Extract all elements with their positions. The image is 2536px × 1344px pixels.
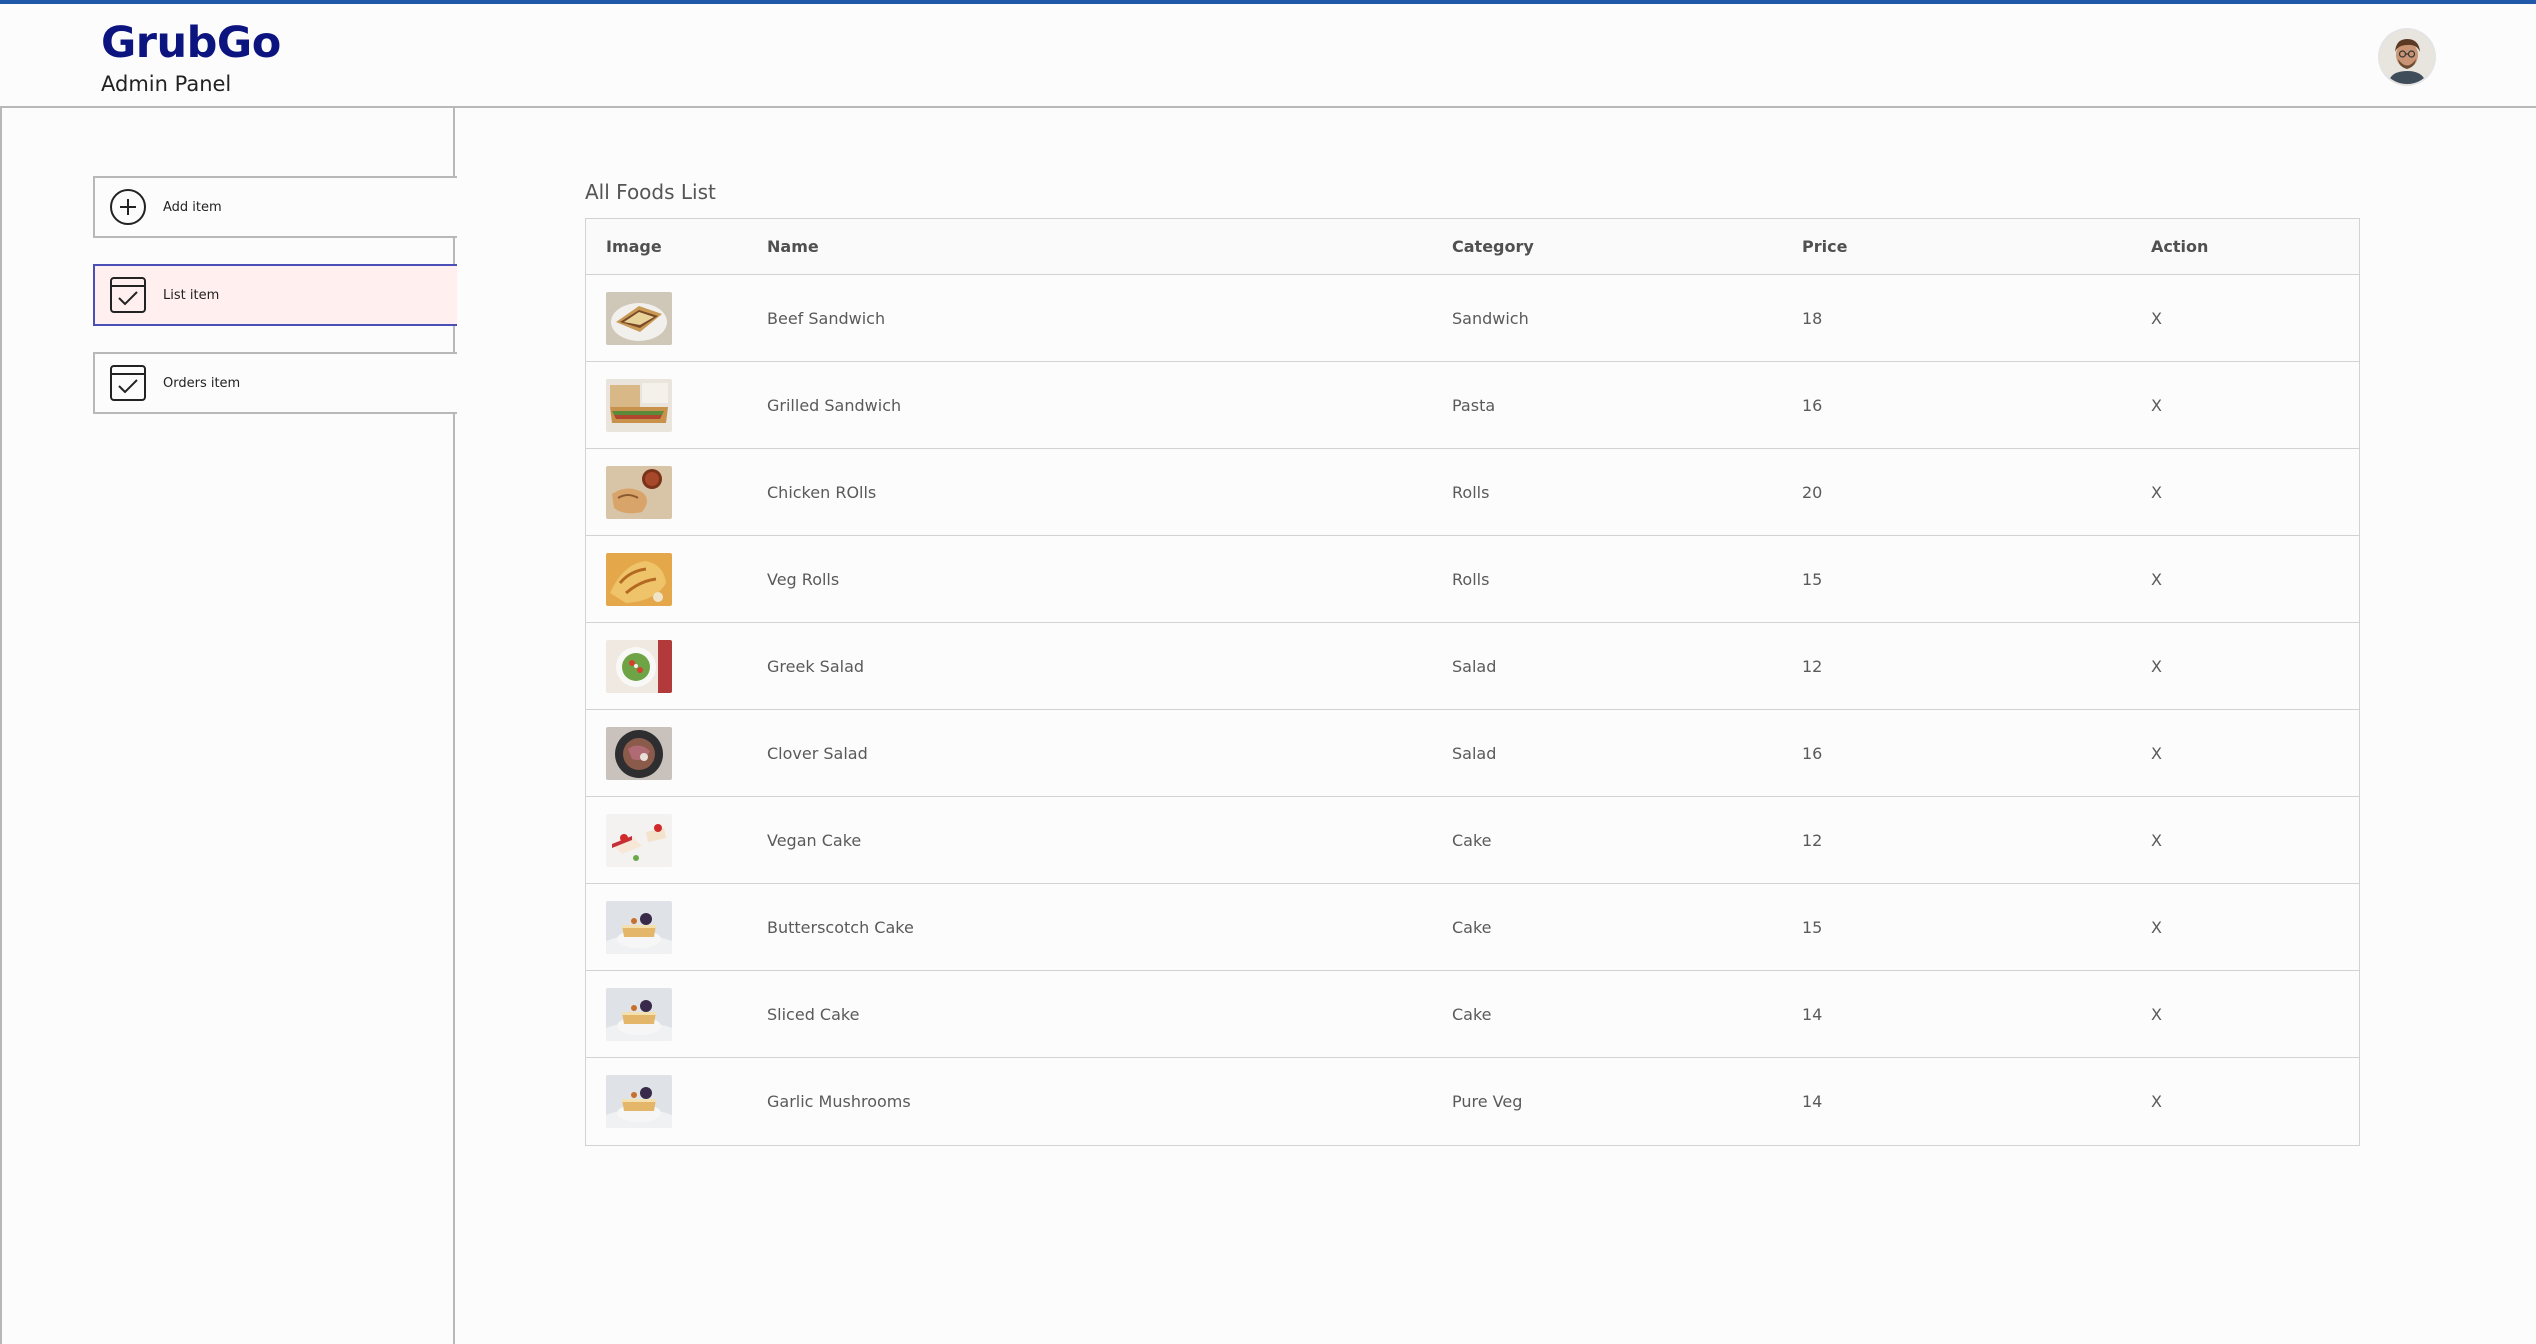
remove-item-button[interactable]: X bbox=[2151, 657, 2359, 676]
food-image-cell bbox=[586, 552, 767, 606]
food-category: Cake bbox=[1452, 917, 1492, 937]
food-thumbnail-image bbox=[606, 291, 672, 345]
checkbox-calendar-icon bbox=[109, 364, 147, 402]
remove-item-button[interactable]: X bbox=[2151, 1005, 2359, 1024]
table-row: Butterscotch Cake Cake 15 X bbox=[586, 884, 2359, 971]
sidebar-item-orders[interactable]: Orders item bbox=[93, 352, 457, 414]
table-row: Beef Sandwich Sandwich 18 X bbox=[586, 275, 2359, 362]
food-price: 12 bbox=[1802, 656, 1823, 676]
column-header-price: Price bbox=[1802, 237, 1848, 256]
food-image-cell bbox=[586, 987, 767, 1041]
table-row: Greek Salad Salad 12 X bbox=[586, 623, 2359, 710]
table-row: Veg Rolls Rolls 15 X bbox=[586, 536, 2359, 623]
food-thumbnail-image bbox=[606, 552, 672, 606]
food-image-cell bbox=[586, 900, 767, 954]
profile-avatar[interactable] bbox=[2380, 30, 2434, 84]
food-image-cell bbox=[586, 291, 767, 345]
brand-logo[interactable]: GrubGo bbox=[101, 18, 281, 68]
table-row: Clover Salad Salad 16 X bbox=[586, 710, 2359, 797]
food-name: Vegan Cake bbox=[767, 830, 862, 850]
remove-item-button[interactable]: X bbox=[2151, 831, 2359, 850]
column-header-category: Category bbox=[1452, 237, 1534, 256]
food-name: Butterscotch Cake bbox=[767, 917, 914, 937]
checkbox-calendar-icon bbox=[109, 276, 147, 314]
navbar: GrubGo Admin Panel bbox=[0, 4, 2536, 108]
remove-item-button[interactable]: X bbox=[2151, 1092, 2359, 1111]
table-row: Sliced Cake Cake 14 X bbox=[586, 971, 2359, 1058]
food-thumbnail-image bbox=[606, 987, 672, 1041]
plus-circle-icon bbox=[109, 188, 147, 226]
column-header-image: Image bbox=[606, 237, 662, 256]
sidebar-item-label: Add item bbox=[163, 199, 222, 215]
remove-item-button[interactable]: X bbox=[2151, 744, 2359, 763]
table-row: Vegan Cake Cake 12 X bbox=[586, 797, 2359, 884]
remove-item-button[interactable]: X bbox=[2151, 309, 2359, 328]
sidebar-item-add[interactable]: Add item bbox=[93, 176, 457, 238]
table-row: Grilled Sandwich Pasta 16 X bbox=[586, 362, 2359, 449]
food-thumbnail-image bbox=[606, 726, 672, 780]
column-header-name: Name bbox=[767, 237, 819, 256]
food-category: Pure Veg bbox=[1452, 1092, 1523, 1111]
sidebar-item-list[interactable]: List item bbox=[93, 264, 457, 326]
food-category: Sandwich bbox=[1452, 308, 1529, 328]
food-thumbnail-image bbox=[606, 465, 672, 519]
food-price: 15 bbox=[1802, 917, 1823, 937]
food-name: Clover Salad bbox=[767, 743, 868, 763]
food-thumbnail-image bbox=[606, 813, 672, 867]
food-name: Grilled Sandwich bbox=[767, 395, 902, 415]
food-name: Garlic Mushrooms bbox=[767, 1092, 911, 1111]
food-thumbnail-image bbox=[606, 378, 672, 432]
sidebar-item-label: Orders item bbox=[163, 375, 241, 391]
table-header-row: Image Name Category Price Action bbox=[586, 219, 2359, 275]
remove-item-button[interactable]: X bbox=[2151, 918, 2359, 937]
food-thumbnail-image bbox=[606, 639, 672, 693]
food-price: 14 bbox=[1802, 1004, 1823, 1024]
food-category: Rolls bbox=[1452, 482, 1490, 502]
food-image-cell bbox=[586, 813, 767, 867]
food-name: Chicken ROlls bbox=[767, 482, 877, 502]
food-price: 18 bbox=[1802, 308, 1823, 328]
food-price: 16 bbox=[1802, 743, 1823, 763]
food-name: Beef Sandwich bbox=[767, 308, 886, 328]
sidebar-item-label: List item bbox=[163, 287, 220, 303]
food-name: Sliced Cake bbox=[767, 1004, 860, 1024]
food-name: Greek Salad bbox=[767, 656, 865, 676]
food-name: Veg Rolls bbox=[767, 569, 840, 589]
food-image-cell bbox=[586, 378, 767, 432]
column-header-action: Action bbox=[2151, 237, 2209, 256]
remove-item-button[interactable]: X bbox=[2151, 570, 2359, 589]
food-thumbnail-image bbox=[606, 1075, 672, 1128]
food-list-table: Image Name Category Price Action Beef Sa… bbox=[585, 218, 2360, 1146]
food-image-cell bbox=[586, 1075, 767, 1128]
table-row: Chicken ROlls Rolls 20 X bbox=[586, 449, 2359, 536]
food-category: Rolls bbox=[1452, 569, 1490, 589]
food-category: Salad bbox=[1452, 743, 1497, 763]
food-image-cell bbox=[586, 639, 767, 693]
food-price: 14 bbox=[1802, 1092, 1823, 1111]
food-category: Cake bbox=[1452, 1004, 1492, 1024]
remove-item-button[interactable]: X bbox=[2151, 483, 2359, 502]
food-price: 15 bbox=[1802, 569, 1823, 589]
table-row: Garlic Mushrooms Pure Veg 14 X bbox=[586, 1058, 2359, 1145]
food-category: Cake bbox=[1452, 830, 1492, 850]
food-price: 12 bbox=[1802, 830, 1823, 850]
food-price: 20 bbox=[1802, 482, 1823, 502]
avatar-icon bbox=[2380, 30, 2434, 84]
remove-item-button[interactable]: X bbox=[2151, 396, 2359, 415]
food-category: Salad bbox=[1452, 656, 1497, 676]
brand-subtitle: Admin Panel bbox=[101, 72, 232, 96]
sidebar: Add item List item Orders item bbox=[0, 108, 457, 1344]
food-thumbnail-image bbox=[606, 900, 672, 954]
food-price: 16 bbox=[1802, 395, 1823, 415]
food-image-cell bbox=[586, 465, 767, 519]
food-image-cell bbox=[586, 726, 767, 780]
table-body: Beef Sandwich Sandwich 18 X Grilled Sandwich… bbox=[586, 275, 2359, 1145]
food-category: Pasta bbox=[1452, 395, 1496, 415]
page-title: All Foods List bbox=[585, 180, 716, 204]
